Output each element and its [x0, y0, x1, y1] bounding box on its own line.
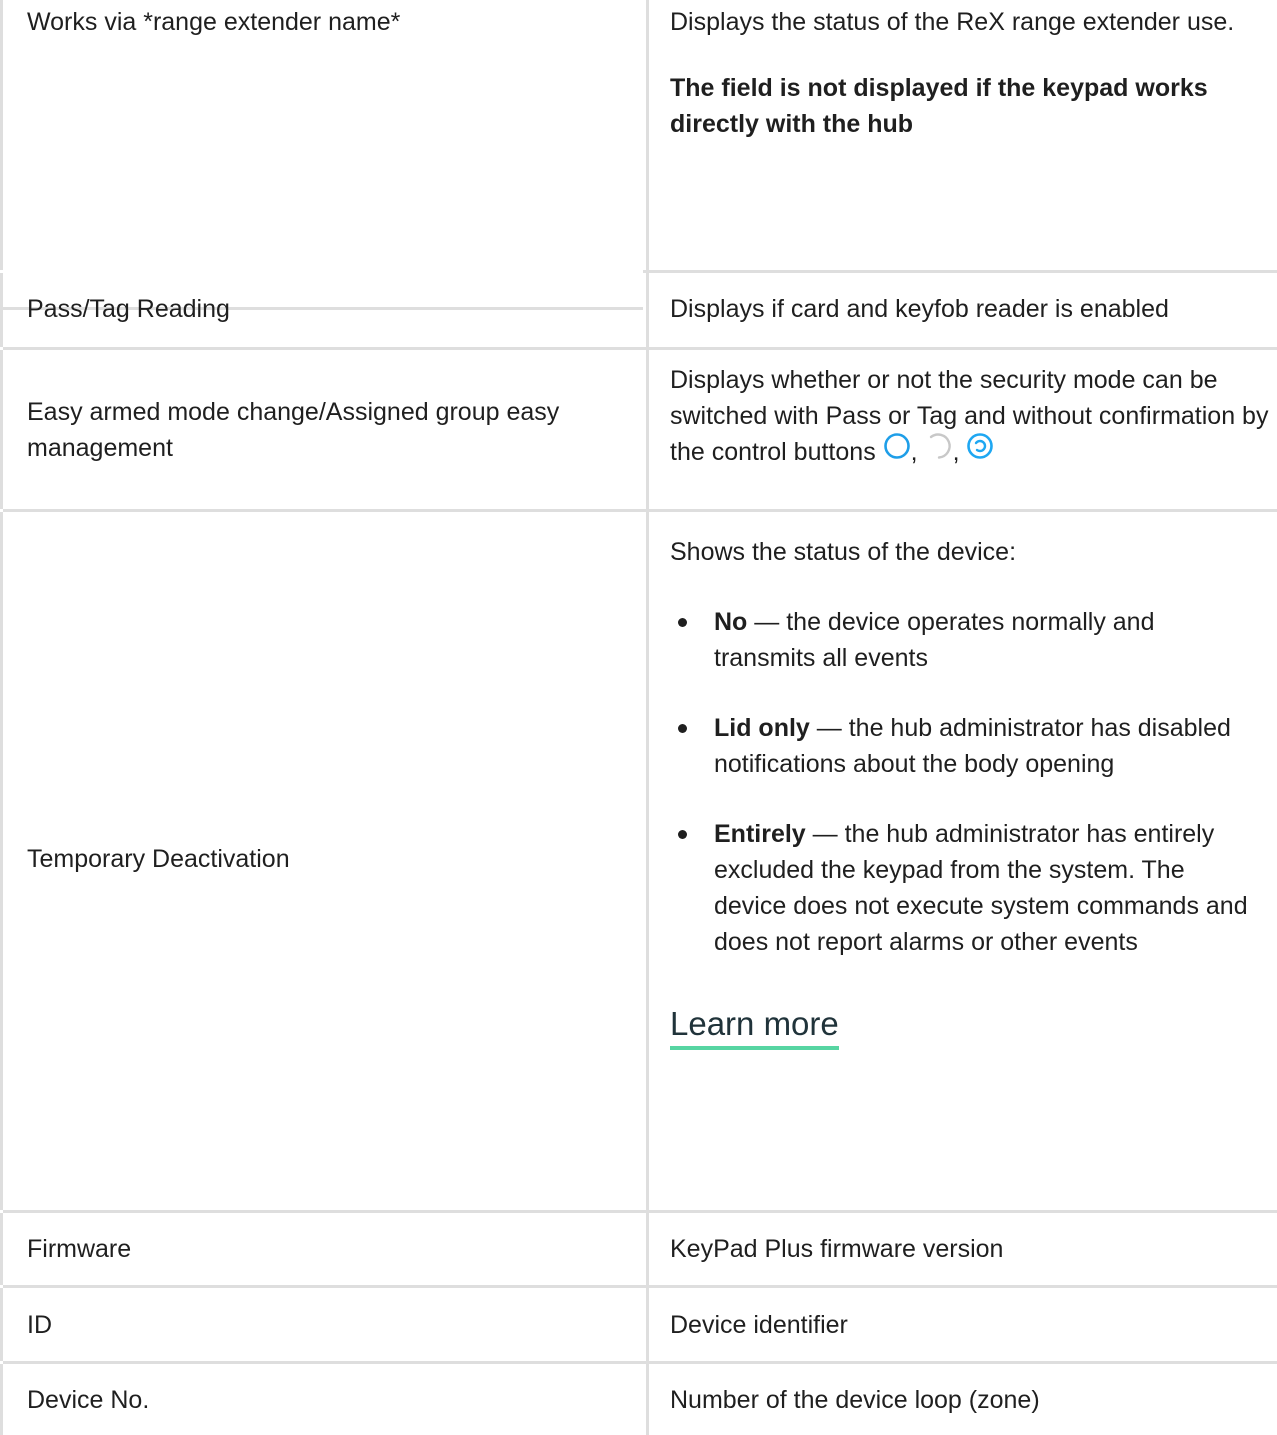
table-row: Easy armed mode change/Assigned group ea…	[0, 350, 1277, 509]
row-desc-cell: Device identifier	[670, 1288, 1270, 1361]
row-desc-cell: Number of the device loop (zone)	[670, 1364, 1270, 1435]
row-label-cell: Device No.	[27, 1364, 627, 1435]
table-row: ID Device identifier	[0, 1288, 1277, 1361]
row-description: Number of the device loop (zone)	[670, 1385, 1040, 1414]
row-label: ID	[27, 1310, 52, 1339]
row-description: KeyPad Plus firmware version	[670, 1235, 1004, 1263]
row-label: Firmware	[27, 1235, 132, 1263]
row-label-cell: ID	[27, 1288, 627, 1361]
arm-button-icon	[883, 432, 911, 470]
column-divider	[646, 1213, 649, 1285]
row-label: Easy armed mode change/Assigned group ea…	[27, 397, 560, 462]
list-item: Entirely — the hub administrator has ent…	[670, 816, 1260, 960]
row-desc-cell: KeyPad Plus firmware version	[670, 1213, 1270, 1285]
list-item: Lid only — the hub administrator has dis…	[670, 710, 1260, 782]
row-label: Device No.	[27, 1385, 150, 1414]
table-row: Device No. Number of the device loop (zo…	[0, 1364, 1277, 1435]
list-item: No — the device operates normally and tr…	[670, 604, 1260, 676]
row-label: Works via *range extender name*	[27, 8, 401, 36]
column-divider	[646, 1288, 649, 1361]
row-intro: Shows the status of the device:	[670, 538, 1017, 566]
row-description: Device identifier	[670, 1310, 848, 1339]
row-note: The field is not displayed if the keypad…	[670, 74, 1208, 138]
separator: ,	[910, 438, 918, 466]
column-divider	[646, 273, 649, 347]
row-desc-cell: Displays if card and keyfob reader is en…	[670, 273, 1270, 347]
table-row: Pass/Tag Reading Displays if card and ke…	[0, 273, 1277, 347]
row-description: Displays if card and keyfob reader is en…	[670, 295, 1169, 323]
row-label: Temporary Deactivation	[27, 845, 290, 873]
row-label-cell: Temporary Deactivation	[27, 512, 627, 1210]
table-row: Firmware KeyPad Plus firmware version	[0, 1213, 1277, 1285]
table-row: Works via *range extender name* Displays…	[0, 0, 1277, 270]
row-desc-cell: Displays whether or not the security mod…	[670, 350, 1270, 509]
row-label-cell: Firmware	[27, 1213, 627, 1285]
disarm-button-icon	[925, 432, 953, 470]
row-description: Displays whether or not the security mod…	[670, 362, 1270, 472]
row-label-cell: Pass/Tag Reading	[27, 273, 627, 347]
column-divider	[646, 512, 649, 1210]
table-row: Temporary Deactivation Shows the status …	[0, 512, 1277, 1210]
row-desc-cell: Shows the status of the device: No — the…	[670, 512, 1270, 1210]
column-divider	[646, 0, 649, 270]
status-list: No — the device operates normally and tr…	[670, 604, 1260, 960]
settings-table: Works via *range extender name* Displays…	[0, 0, 1277, 1435]
row-label-cell: Works via *range extender name*	[27, 0, 627, 270]
row-label-cell: Easy armed mode change/Assigned group ea…	[27, 350, 627, 509]
learn-more-link[interactable]: Learn more	[670, 1004, 839, 1050]
column-divider	[646, 1364, 649, 1435]
night-mode-button-icon	[966, 432, 994, 470]
row-description: Displays the status of the ReX range ext…	[670, 8, 1235, 36]
column-divider	[646, 350, 649, 509]
separator: ,	[952, 438, 960, 466]
row-desc-cell: Displays the status of the ReX range ext…	[670, 0, 1270, 270]
row-label: Pass/Tag Reading	[27, 295, 230, 323]
